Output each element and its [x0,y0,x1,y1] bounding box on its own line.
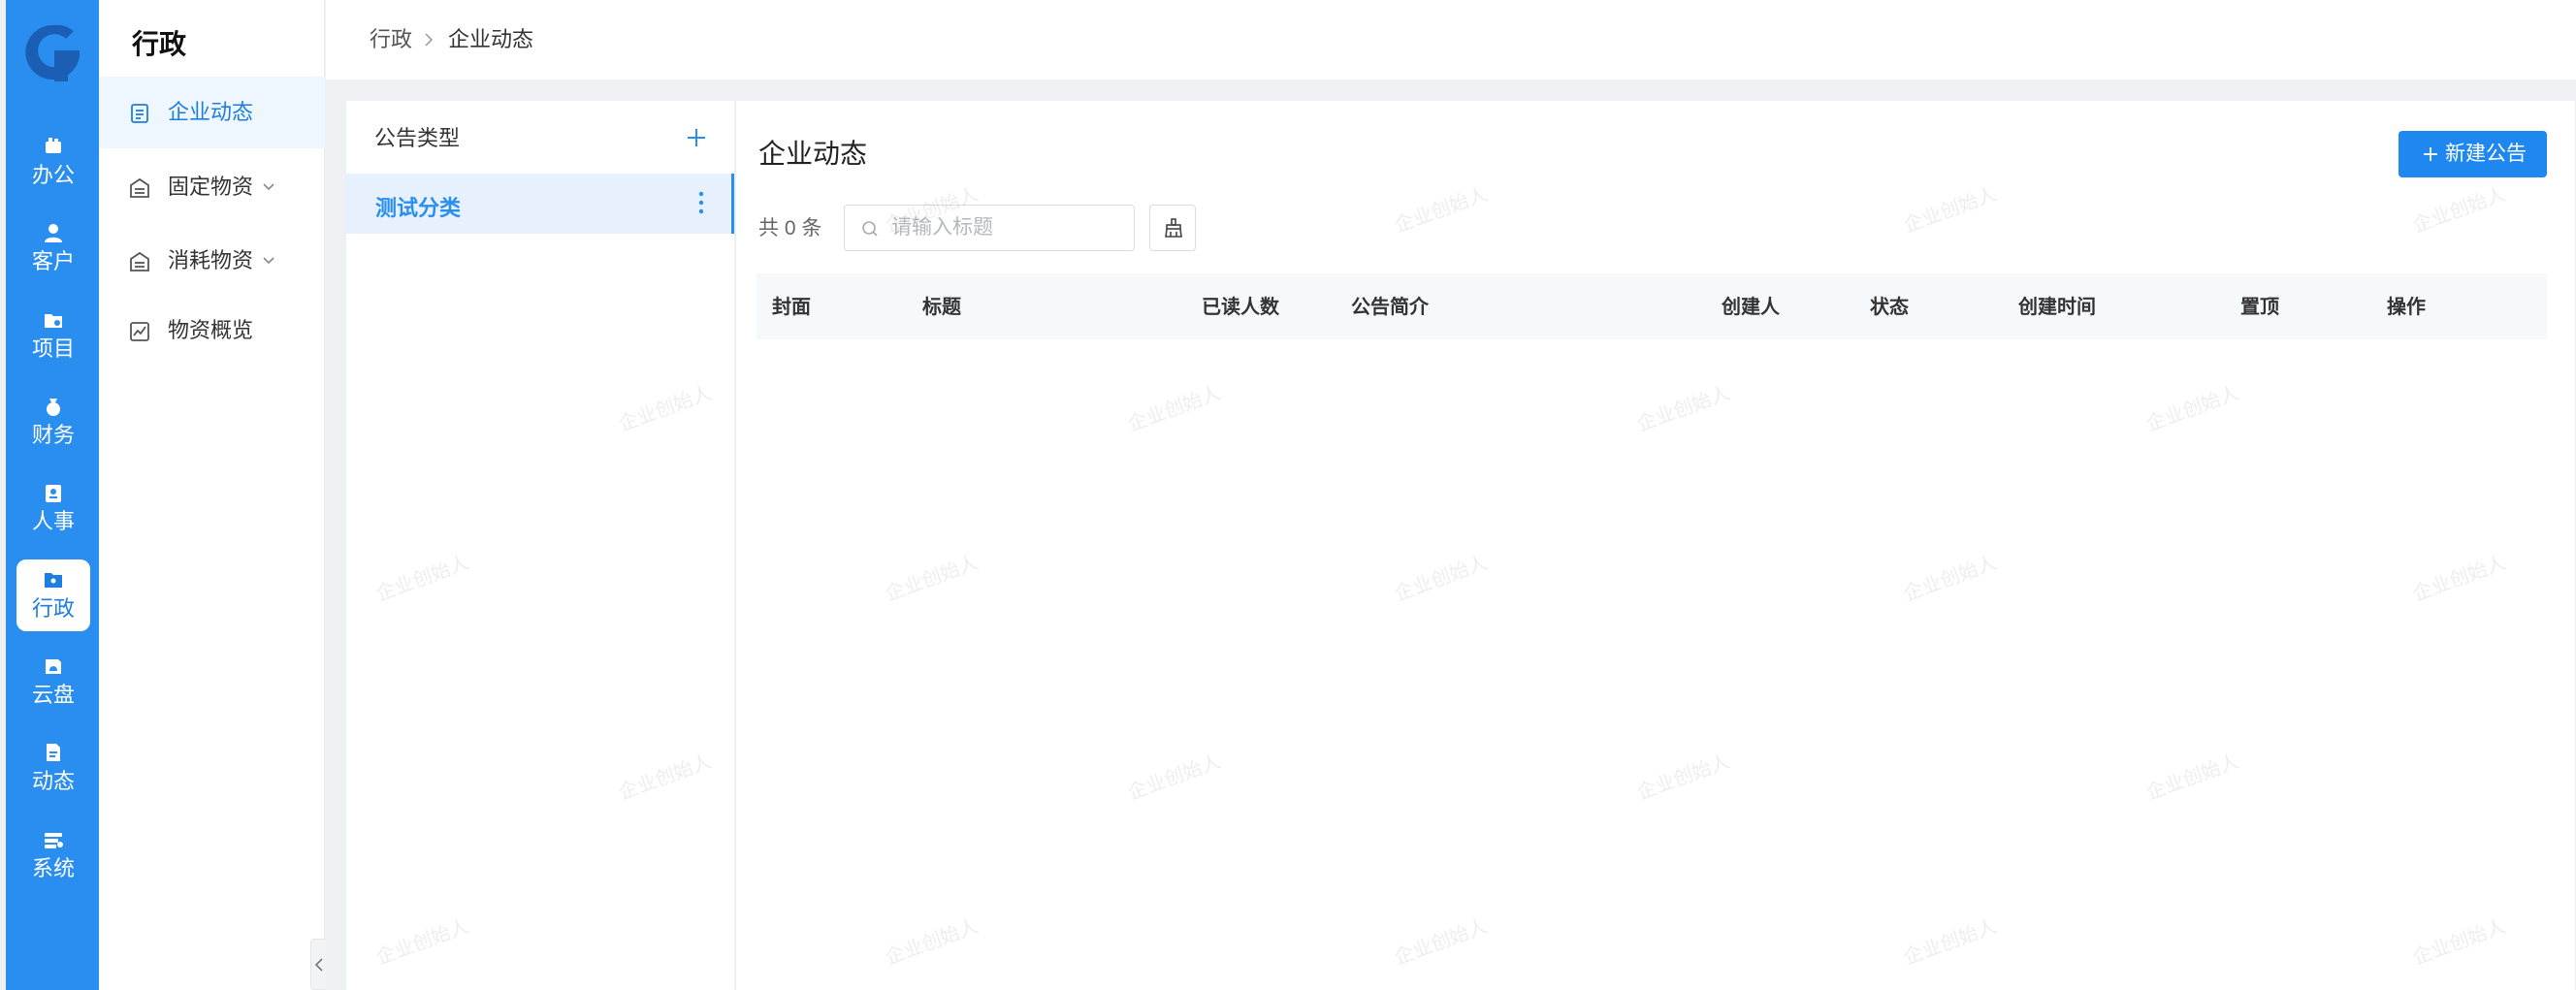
chevron-down-icon[interactable] [262,179,275,193]
rail-label: 项目 [31,336,75,361]
category-item[interactable]: 测试分类 [346,174,734,234]
column-header-summary: 公告简介 [1351,297,1429,318]
clear-filter-button[interactable] [1149,205,1196,251]
sidebar-item-fixed-assets[interactable]: 固定物资 [99,151,325,223]
main-panel: 企业动态 新建公告 共 0 条 封面 标题 已读人数 公告简介 创建人 状态 创… [735,101,2575,990]
new-announcement-button[interactable]: 新建公告 [2399,131,2547,177]
rail-item-cloud[interactable]: 云盘 [16,646,90,718]
column-header-creator: 创建人 [1722,297,1780,318]
document-icon [131,104,148,123]
rail-label: 财务 [31,423,75,447]
admin-folder-icon [45,573,62,588]
record-count: 共 0 条 [758,217,822,240]
rail-item-office[interactable]: 办公 [16,126,90,198]
chevron-left-icon [314,958,323,972]
warehouse-icon [130,251,149,271]
top-bar: 行政 企业动态 [326,0,2576,80]
search-box[interactable] [844,205,1135,251]
news-icon [47,744,60,761]
office-icon [46,138,61,153]
sidebar-item-label: 物资概览 [168,318,254,342]
sidebar-item-label: 固定物资 [168,175,254,199]
column-header-read-count: 已读人数 [1202,297,1279,318]
column-header-pinned: 置顶 [2240,297,2279,318]
rail-label: 行政 [31,596,75,621]
column-header-created-time: 创建时间 [2018,297,2096,318]
rail-label: 动态 [31,769,75,793]
sidebar-item-label: 企业动态 [168,100,254,124]
sidebar-item-consumables[interactable]: 消耗物资 [99,225,325,297]
project-folder-icon [45,314,62,328]
category-panel: 公告类型 测试分类 [346,101,734,990]
rail-label: 云盘 [31,683,75,707]
sidebar-item-company-news[interactable]: 企业动态 [99,77,325,148]
plus-icon [2424,147,2437,161]
column-header-actions: 操作 [2387,297,2426,318]
sidebar-title: 行政 [132,29,187,59]
cloud-disk-icon [46,659,61,674]
rail-label: 客户 [31,249,75,273]
rail-item-hr[interactable]: 人事 [16,472,90,544]
warehouse-icon [130,177,149,198]
table-header: 封面 标题 已读人数 公告简介 创建人 状态 创建时间 置顶 操作 [757,273,2547,339]
chevron-down-icon[interactable] [262,253,275,267]
rail-item-admin[interactable]: 行政 [16,559,90,631]
breadcrumb-current: 企业动态 [448,27,534,51]
rail-item-finance[interactable]: 财务 [16,386,90,458]
new-announcement-label: 新建公告 [2445,143,2527,165]
system-settings-icon [45,833,63,848]
sidebar-collapse-handle[interactable] [310,939,326,990]
column-header-status: 状态 [1870,297,1909,318]
column-header-title: 标题 [922,297,961,318]
app-rail: 办公 客户 项目 财务 人事 行政 云盘 动态 系统 [6,0,99,990]
more-vertical-icon[interactable] [697,190,705,215]
secondary-sidebar: 行政 企业动态 固定物资 消耗物资 物资概览 [99,0,325,990]
chevron-right-icon [425,33,434,47]
chart-icon [130,322,149,341]
money-bag-icon [47,399,60,416]
broom-icon [1165,218,1182,238]
category-panel-title: 公告类型 [374,126,461,150]
customer-icon [45,224,62,242]
column-header-cover: 封面 [772,297,811,318]
add-category-icon[interactable] [685,126,708,149]
rail-item-project[interactable]: 项目 [16,300,90,371]
rail-label: 系统 [31,856,75,880]
sidebar-item-label: 消耗物资 [168,248,254,272]
search-icon [862,221,878,237]
rail-item-system[interactable]: 系统 [16,819,90,891]
breadcrumb-item[interactable]: 行政 [370,27,412,52]
rail-item-customer[interactable]: 客户 [16,212,90,284]
rail-label: 人事 [31,509,75,533]
rail-item-news[interactable]: 动态 [16,732,90,804]
page-title: 企业动态 [758,139,868,169]
badge-icon [46,485,61,502]
brand-logo [25,24,80,81]
category-item-label: 测试分类 [375,196,462,220]
sidebar-item-asset-overview[interactable]: 物资概览 [99,295,325,367]
rail-label: 办公 [31,163,75,187]
search-input[interactable] [889,215,1122,240]
